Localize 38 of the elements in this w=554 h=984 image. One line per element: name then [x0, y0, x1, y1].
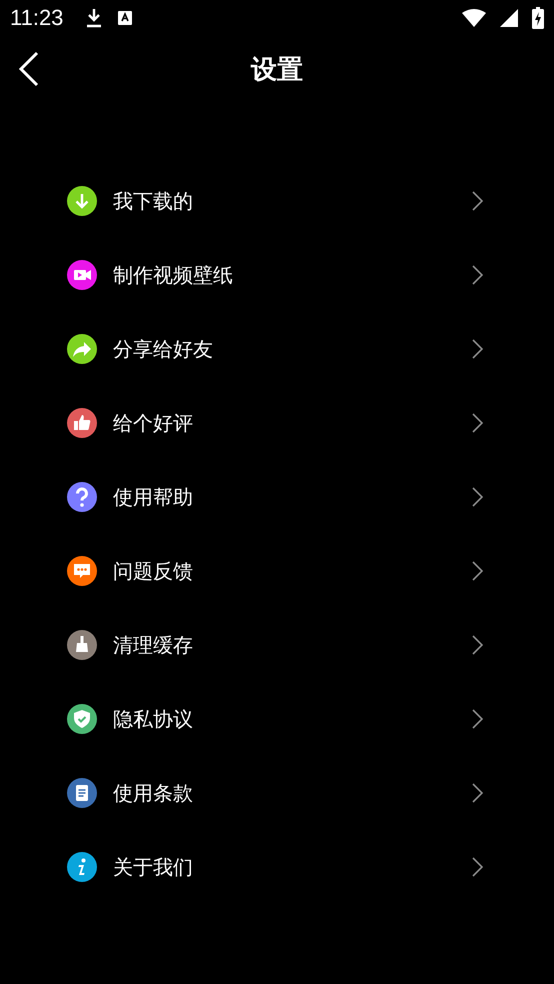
signal-icon	[500, 9, 518, 27]
settings-item[interactable]: 隐私协议	[0, 682, 554, 756]
chevron-right-icon	[472, 487, 484, 507]
chevron-right-icon	[472, 339, 484, 359]
settings-item[interactable]: 我下载的	[0, 164, 554, 238]
settings-item[interactable]: 清理缓存	[0, 608, 554, 682]
chevron-right-icon	[472, 561, 484, 581]
item-label: 制作视频壁纸	[113, 262, 234, 288]
chevron-right-icon	[472, 857, 484, 877]
item-label: 使用帮助	[113, 484, 194, 510]
download-icon	[85, 8, 104, 28]
battery-icon	[532, 7, 544, 29]
settings-item[interactable]: 分享给好友	[0, 312, 554, 386]
chevron-right-icon	[472, 783, 484, 803]
item-label: 清理缓存	[113, 632, 194, 658]
settings-item[interactable]: 使用条款	[0, 756, 554, 830]
chevron-right-icon	[472, 413, 484, 433]
item-label: 关于我们	[113, 854, 194, 880]
item-label: 隐私协议	[113, 706, 194, 732]
settings-item[interactable]: 关于我们	[0, 830, 554, 904]
back-button[interactable]	[18, 51, 40, 87]
item-label: 使用条款	[113, 780, 194, 806]
page-title: 设置	[251, 54, 303, 86]
status-time: 11:23	[10, 5, 64, 31]
chevron-right-icon	[472, 709, 484, 729]
settings-item[interactable]: 使用帮助	[0, 460, 554, 534]
chevron-right-icon	[472, 265, 484, 285]
wifi-icon	[462, 9, 486, 27]
item-label: 我下载的	[113, 188, 194, 214]
chevron-right-icon	[472, 635, 484, 655]
chevron-right-icon	[472, 191, 484, 211]
settings-item[interactable]: 制作视频壁纸	[0, 238, 554, 312]
keyboard-icon	[117, 10, 134, 26]
item-label: 问题反馈	[113, 558, 194, 584]
item-label: 给个好评	[113, 410, 194, 436]
item-label: 分享给好友	[113, 336, 214, 362]
settings-item[interactable]: 给个好评	[0, 386, 554, 460]
settings-item[interactable]: 问题反馈	[0, 534, 554, 608]
